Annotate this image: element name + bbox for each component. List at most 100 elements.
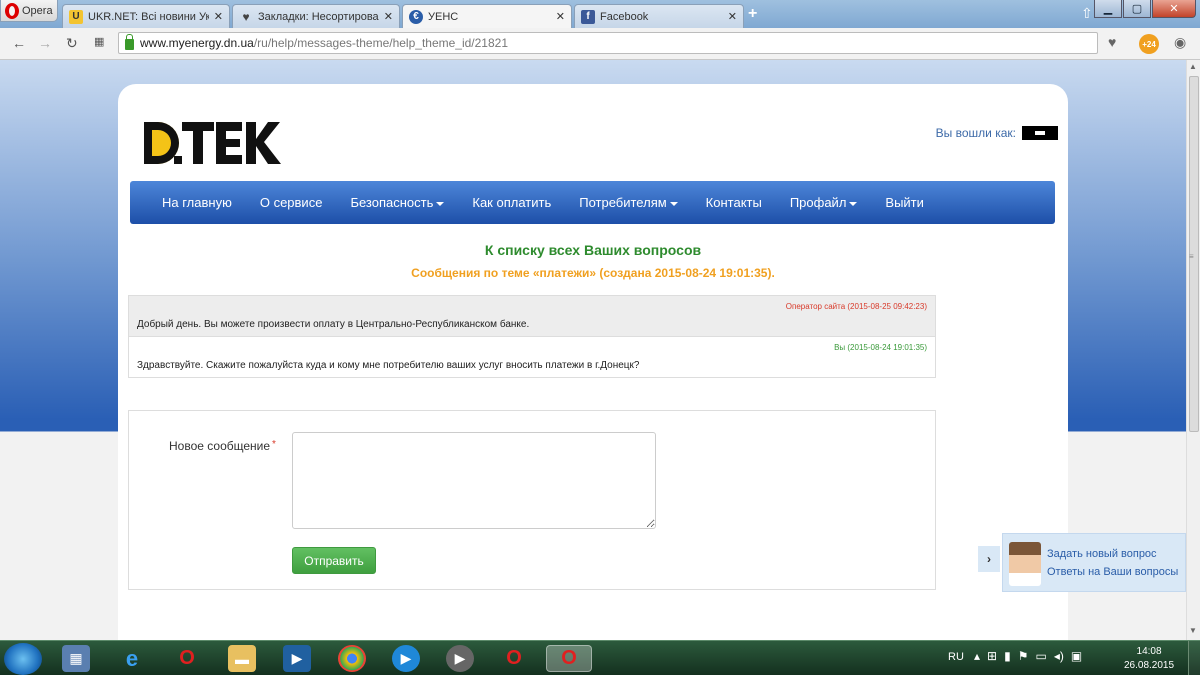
message-item-user: Вы (2015-08-24 19:01:35) Здравствуйте. С… [129,336,935,377]
help-toggle-button[interactable]: › [978,546,1000,572]
menu-item-profile[interactable]: Профайл [776,195,872,210]
opera-icon[interactable]: O [500,645,528,672]
url-host: www.myenergy.dn.ua [140,36,254,50]
start-button[interactable] [4,643,42,675]
message-meta: Оператор сайта (2015-08-25 09:42:23) [785,302,927,311]
tab-facebook[interactable]: f Facebook ✕ [574,4,744,28]
bookmark-heart-icon[interactable]: ♥ [1108,34,1116,50]
answers-link[interactable]: Ответы на Ваши вопросы [1047,566,1178,578]
speed-dial-icon[interactable]: ▦ [94,35,104,48]
heart-icon: ♥ [242,9,250,24]
opera-menu-label: Opera [22,4,53,17]
new-tab-button[interactable]: + [748,5,757,23]
volume-icon[interactable]: ◂) [1054,649,1064,663]
dtek-logo [144,122,281,164]
tab-title: Facebook [600,10,649,23]
menu-item-contacts[interactable]: Контакты [692,195,776,210]
url-input[interactable]: www.myenergy.dn.ua/ru/help/messages-them… [118,32,1098,54]
logged-in-label: Вы вошли как: [935,126,1016,140]
system-tray: ▴ ⊞ ▮ ⚑ ▭ ◂) ▣ [974,649,1082,663]
tab-close-icon[interactable]: ✕ [556,10,565,23]
tab-title: УЕНС [428,10,459,23]
scroll-up-icon[interactable]: ▲ [1189,62,1197,71]
back-arrow-icon[interactable]: ← [12,35,26,51]
menu-label: Безопасность [350,195,434,210]
caret-down-icon [849,201,858,206]
menu-item-home[interactable]: На главную [148,195,246,210]
tab-menu-icon[interactable]: ⇧ [1081,5,1093,22]
uens-icon: € [409,9,423,24]
lock-icon [125,34,134,50]
content-card: Вы вошли как: На главную О сервисе Безоп… [118,84,1068,640]
page-scrollbar[interactable]: ▲ ≡ ▼ [1186,60,1200,640]
power-icon[interactable]: ▣ [1071,649,1082,663]
window-controls: ▁ ▢ ✕ [1094,0,1196,18]
theme-title: Сообщения по теме «платежи» (создана 201… [411,266,775,280]
account-icon[interactable]: ◉ [1174,34,1186,51]
opera-icon[interactable]: O [173,645,201,672]
new-message-label: Новое сообщение * [169,439,276,453]
internet-explorer-icon[interactable]: e [118,645,146,672]
tab-bookmarks[interactable]: ♥ Закладки: Несортировани ✕ [232,4,400,28]
menu-item-consumers[interactable]: Потребителям [565,195,691,210]
opera-active-icon[interactable]: O [546,645,592,672]
tab-close-icon[interactable]: ✕ [214,10,223,23]
tab-title: UKR.NET: Всі новини Украї [88,10,209,23]
windows-taskbar: ▦ e O ▬ ▶ ▶ ▶ O O RU ▴ ⊞ ▮ ⚑ ▭ ◂) ▣ 14:0… [0,640,1200,675]
tray-app-icon[interactable]: ▮ [1004,649,1011,663]
menu-label: Как оплатить [472,195,552,210]
message-list: Оператор сайта (2015-08-25 09:42:23) Доб… [128,295,936,378]
network-icon[interactable]: ▭ [1035,649,1046,663]
back-to-questions-link[interactable]: К списку всех Ваших вопросов [118,242,1068,258]
menu-label: О сервисе [259,195,323,210]
menu-label: Контакты [705,195,762,210]
ask-new-question-link[interactable]: Задать новый вопрос [1047,548,1157,560]
menu-label: Потребителям [579,195,667,210]
scroll-down-icon[interactable]: ▼ [1189,626,1197,635]
menu-label: Выйти [885,195,924,210]
address-bar: ← → ↻ ▦ www.myenergy.dn.ua/ru/help/messa… [0,28,1200,60]
caret-down-icon [669,201,678,206]
chrome-icon[interactable] [338,645,366,672]
message-meta: Вы (2015-08-24 19:01:35) [834,343,927,352]
tab-close-icon[interactable]: ✕ [728,10,737,23]
player-icon[interactable]: ▶ [446,645,474,672]
menu-item-how-to-pay[interactable]: Как оплатить [458,195,565,210]
clock-time: 14:08 [1136,646,1162,657]
folder-icon[interactable]: ▬ [228,645,256,672]
extension-badge-icon[interactable]: +24 [1139,34,1159,54]
minimize-icon[interactable]: ▁ [1094,0,1122,18]
media-player-icon[interactable]: ▶ [283,645,311,672]
tab-title: Закладки: Несортировани [258,10,379,23]
tab-uens[interactable]: € УЕНС ✕ [402,4,572,28]
scrollbar-grip-icon: ≡ [1189,252,1194,261]
tab-close-icon[interactable]: ✕ [384,10,393,23]
message-text: Добрый день. Вы можете произвести оплату… [137,319,530,330]
language-indicator[interactable]: RU [948,651,964,663]
url-text: www.myenergy.dn.ua/ru/help/messages-them… [140,36,508,50]
message-text: Здравствуйте. Скажите пожалуйста куда и … [137,360,640,371]
show-desktop-button[interactable] [1188,641,1200,675]
forward-arrow-icon[interactable]: → [38,35,52,51]
clock-date: 26.08.2015 [1124,660,1175,671]
media-center-icon[interactable]: ▶ [392,645,420,672]
send-button[interactable]: Отправить [292,547,376,574]
menu-item-security[interactable]: Безопасность [336,195,458,210]
menu-item-about[interactable]: О сервисе [246,195,337,210]
logged-in-indicator: Вы вошли как: [936,126,1058,140]
menu-item-logout[interactable]: Выйти [871,195,938,210]
reload-icon[interactable]: ↻ [66,35,78,52]
windows-flag-icon[interactable]: ⊞ [987,649,997,663]
tab-ukrnet[interactable]: U UKR.NET: Всі новини Украї ✕ [62,4,230,28]
new-message-textarea[interactable] [292,432,656,529]
action-center-flag-icon[interactable]: ⚑ [1018,649,1029,663]
calculator-icon[interactable]: ▦ [62,645,90,672]
url-path: /ru/help/messages-theme/help_theme_id/21… [253,36,509,50]
tray-arrow-icon[interactable]: ▴ [974,649,980,663]
close-window-icon[interactable]: ✕ [1152,0,1196,18]
opera-menu-button[interactable]: Opera [0,0,58,22]
main-menu: На главную О сервисе Безопасность Как оп… [130,181,1055,224]
caret-down-icon [436,201,445,206]
maximize-icon[interactable]: ▢ [1123,0,1151,18]
clock[interactable]: 14:08 26.08.2015 [1124,645,1174,673]
